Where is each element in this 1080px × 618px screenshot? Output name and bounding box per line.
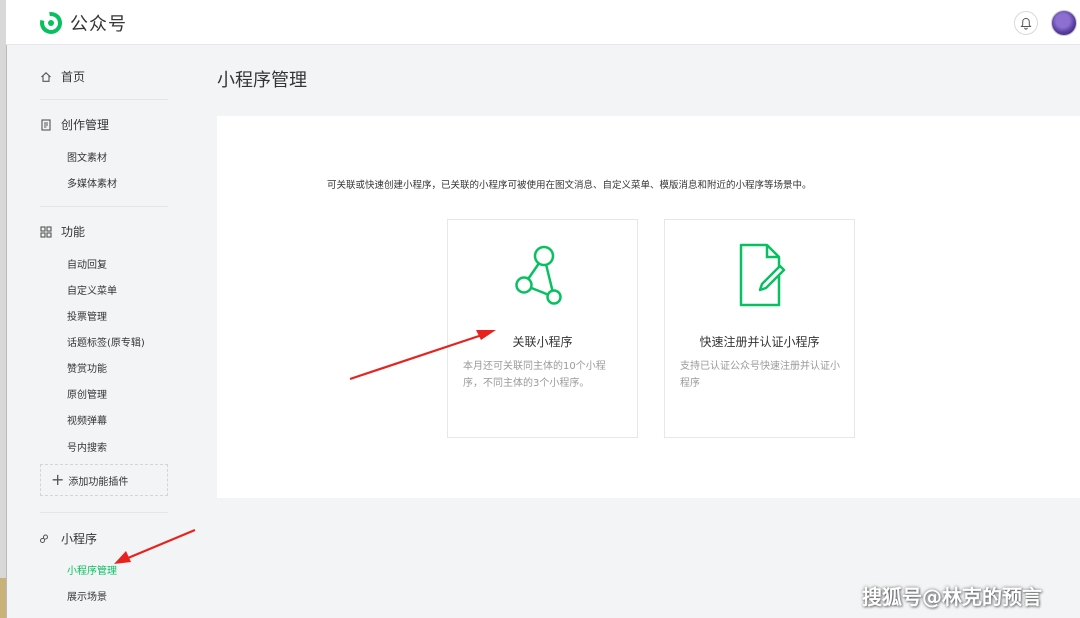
sidebar-item-topic-tags[interactable]: 话题标签(原专辑) [67, 334, 145, 349]
sidebar-item-original[interactable]: 原创管理 [67, 386, 107, 401]
document-icon [41, 118, 51, 131]
plus-icon: + [51, 470, 65, 489]
quick-register-card[interactable]: 快速注册并认证小程序 支持已认证公众号快速注册并认证小程序 [664, 219, 855, 438]
sidebar-item-miniprogram-manage[interactable]: 小程序管理 [67, 562, 117, 577]
sidebar-item-home[interactable]: 首页 [40, 68, 85, 85]
card-title: 快速注册并认证小程序 [699, 335, 820, 349]
main-panel: 可关联或快速创建小程序，已关联的小程序可被使用在图文消息、自定义菜单、模版消息和… [217, 116, 1080, 498]
miniprogram-icon [40, 534, 48, 543]
notification-button[interactable] [1014, 11, 1038, 35]
sidebar-section-title: 功能 [61, 225, 86, 239]
description-text: 可关联或快速创建小程序，已关联的小程序可被使用在图文消息、自定义菜单、模版消息和… [327, 180, 812, 191]
divider [40, 206, 168, 207]
watermark: 搜狐号@林克的预言 [862, 585, 1042, 609]
add-plugin-button[interactable]: + 添加功能插件 [40, 464, 168, 496]
avatar[interactable] [1051, 10, 1077, 36]
sidebar-item-label: 首页 [61, 70, 86, 84]
sidebar-section-features[interactable]: 功能 [40, 223, 85, 240]
sidebar-item-video-danmaku[interactable]: 视频弹幕 [67, 412, 107, 427]
brand[interactable]: 公众号 [39, 10, 127, 36]
document-edit-icon [739, 243, 785, 307]
add-plugin-label: 添加功能插件 [68, 476, 129, 488]
home-icon [41, 71, 51, 82]
link-miniprogram-card[interactable]: 关联小程序 本月还可关联同主体的10个小程序，不同主体的3个小程序。 [447, 219, 638, 438]
sidebar-item-custom-menu[interactable]: 自定义菜单 [67, 282, 117, 297]
card-description: 支持已认证公众号快速注册并认证小程序 [680, 361, 840, 389]
sidebar-item-display-scenes[interactable]: 展示场景 [67, 588, 107, 603]
sidebar-section-miniprogram[interactable]: 小程序 [40, 530, 97, 547]
card-title: 关联小程序 [512, 335, 573, 349]
page-title: 小程序管理 [217, 70, 307, 91]
sidebar-item-auto-reply[interactable]: 自动回复 [67, 256, 107, 271]
bell-icon [1020, 17, 1032, 30]
sidebar-item-search[interactable]: 号内搜索 [67, 439, 107, 454]
brand-name: 公众号 [70, 14, 127, 35]
sidebar-item-reward[interactable]: 赞赏功能 [67, 360, 107, 375]
grid-icon [40, 225, 52, 238]
sidebar-section-title: 小程序 [61, 532, 98, 546]
sidebar-section-title: 创作管理 [61, 118, 110, 132]
card-description: 本月还可关联同主体的10个小程序，不同主体的3个小程序。 [463, 361, 606, 389]
sidebar-item-vote[interactable]: 投票管理 [67, 308, 107, 323]
sidebar-section-creation[interactable]: 创作管理 [40, 116, 109, 133]
sidebar-item-media[interactable]: 多媒体素材 [67, 175, 117, 190]
wechat-official-logo [40, 12, 62, 34]
divider [40, 512, 168, 513]
top-bar: 公众号 [6, 0, 1080, 45]
divider [40, 99, 168, 100]
sidebar-item-image-text[interactable]: 图文素材 [67, 149, 107, 164]
link-nodes-icon [514, 245, 562, 305]
sidebar: 首页 创作管理 图文素材 多媒体素材 功能 自动回复 自定义菜单 投票管理 话题… [6, 44, 176, 618]
